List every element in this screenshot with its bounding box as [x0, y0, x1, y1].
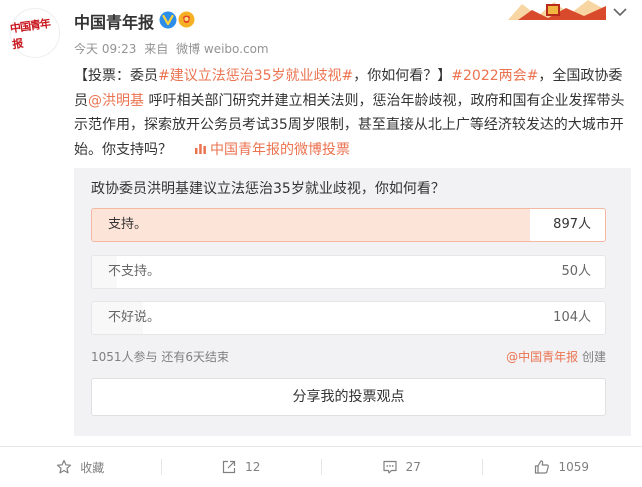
mention-link[interactable]: @洪明基: [88, 93, 144, 109]
avatar[interactable]: 中国青年报: [9, 8, 60, 58]
post-text-open: 【投票：委员: [74, 68, 158, 84]
poll-option-count: 50人: [561, 264, 591, 279]
favorite-button[interactable]: 收藏: [0, 447, 161, 487]
poll-option-label: 不好说。: [108, 310, 161, 325]
account-name[interactable]: 中国青年报: [74, 9, 154, 33]
poll-option-oppose[interactable]: 不支持。 50人: [91, 255, 606, 289]
share-vote-button[interactable]: 分享我的投票观点: [91, 378, 606, 416]
comment-button[interactable]: 27: [321, 447, 482, 487]
repost-count: 12: [245, 460, 261, 474]
poll-option-label: 不支持。: [108, 264, 161, 279]
like-button[interactable]: 1059: [481, 447, 642, 487]
poll-question: 政协委员洪明基建议立法惩治35岁就业歧视，你如何看？: [91, 181, 445, 197]
post-body: 【投票：委员#建议立法惩治35岁就业歧视#，你如何看？】#2022两会#，全国政…: [74, 64, 634, 162]
avatar-logo-text: 中国青年报: [9, 16, 51, 52]
poll-creator-link[interactable]: @中国青年报: [506, 350, 578, 364]
poll-created-label: 创建: [581, 350, 606, 364]
star-icon: [57, 459, 72, 474]
medal-icon[interactable]: [178, 11, 195, 28]
poll-option-unsure[interactable]: 不好说。 104人: [91, 301, 606, 335]
topic-link-two-sessions[interactable]: #2022两会#: [451, 68, 538, 84]
poll-remaining: 还有6天结束: [161, 350, 230, 364]
poll-stats: 1051人参与 还有6天结束: [91, 348, 229, 365]
poll-option-support[interactable]: 支持。 897人: [91, 208, 606, 242]
like-count: 1059: [558, 460, 590, 474]
vote-link-icon: [195, 143, 206, 154]
poll-card: 政协委员洪明基建议立法惩治35岁就业歧视，你如何看？ 支持。 897人 不支持。…: [74, 168, 631, 436]
weibo-vote-link[interactable]: 中国青年报的微博投票: [210, 142, 350, 158]
chevron-down-icon[interactable]: [610, 4, 630, 20]
comment-icon: [383, 460, 397, 474]
poll-option-count: 897人: [553, 217, 591, 232]
post-meta: 今天 09:23 来自 微博 weibo.com: [74, 40, 273, 57]
verified-v-icon: [159, 11, 177, 29]
poll-creator: @中国青年报 创建: [506, 348, 606, 365]
poll-participants: 1051人参与: [91, 350, 158, 364]
topic-link-35-age[interactable]: #建议立法惩治35岁就业歧视#: [158, 68, 353, 84]
post-header: 中国青年报 中国青年报 今天 09:23 来自 微博 weibo.com: [0, 0, 642, 64]
festival-banner-decoration: [508, 0, 606, 20]
poll-option-count: 104人: [553, 310, 591, 325]
repost-button[interactable]: 12: [160, 447, 322, 487]
poll-option-label: 支持。: [108, 217, 148, 232]
poll-option-bar: [92, 209, 530, 241]
favorite-label: 收藏: [80, 460, 105, 475]
thumbs-up-icon: [535, 460, 550, 474]
source-prefix: 来自: [144, 42, 169, 56]
post-text-mid1: ，你如何看？】: [353, 68, 452, 84]
post-source[interactable]: 微博 weibo.com: [176, 42, 269, 56]
comment-count: 27: [405, 460, 421, 474]
repost-icon: [223, 460, 236, 474]
post-time[interactable]: 今天 09:23: [74, 42, 136, 56]
action-bar: 收藏 12 27 1059: [0, 447, 642, 487]
